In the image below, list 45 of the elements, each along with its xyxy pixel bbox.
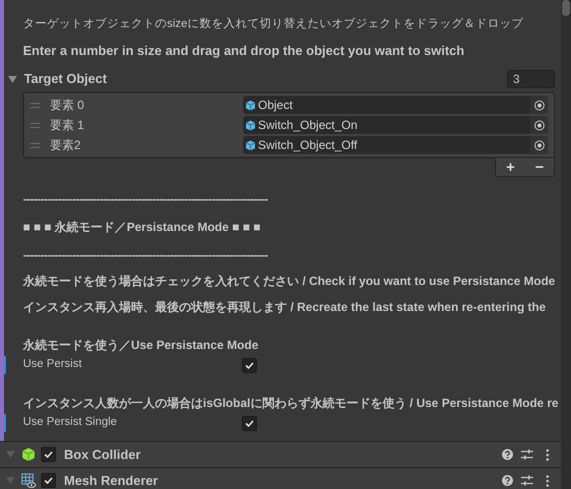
object-field[interactable]: Switch_Object_Off xyxy=(243,136,548,154)
note-text: インスタンス再入場時、最後の状態を再現します / Recreate the last state when re-entering the xyxy=(22,299,547,316)
checkmark-icon xyxy=(43,475,54,486)
checkmark-icon xyxy=(244,360,255,370)
component-name: Box Collider xyxy=(64,446,142,464)
object-name: Switch_Object_On xyxy=(258,117,358,134)
remove-button[interactable]: − xyxy=(535,160,544,174)
section-heading: 永続モードを使う／Use Persistance Mode xyxy=(22,337,260,354)
toggle-label: Use Persist xyxy=(22,357,83,372)
object-name: Object xyxy=(258,97,294,114)
toggle-label: Use Persist Single xyxy=(22,415,118,430)
cube-icon xyxy=(245,120,256,130)
object-field[interactable]: Object xyxy=(243,96,548,114)
checkbox[interactable] xyxy=(41,447,56,462)
property-label: Target Object xyxy=(23,70,108,88)
component-header[interactable]: Box Collider xyxy=(0,441,561,467)
object-name: Switch_Object_Off xyxy=(258,137,358,154)
instruction-text: ターゲットオブジェクトのsizeに数を入れて切り替えたいオブジェクトをドラッグ＆ドロップ xyxy=(22,16,524,32)
separator-text: ---------------------------------------------------------------------- xyxy=(22,191,269,208)
checkbox[interactable] xyxy=(242,358,257,372)
section-heading: ■ ■ ■ 永続モード／Persistance Mode ■ ■ ■ xyxy=(22,219,262,236)
checkmark-icon xyxy=(244,418,255,428)
element-label: 要素 1 xyxy=(50,117,86,134)
component-name: Mesh Renderer xyxy=(64,472,159,489)
array-size-field[interactable]: 3 xyxy=(507,70,555,88)
object-picker-icon[interactable] xyxy=(530,136,548,154)
checkmark-icon xyxy=(43,449,54,460)
element-label: 要素2 xyxy=(50,137,82,154)
scrollbar[interactable] xyxy=(561,0,571,489)
cube-icon xyxy=(245,140,256,150)
element-label: 要素 0 xyxy=(50,97,86,114)
instruction-text: Enter a number in size and drag and drop the object you want to switch xyxy=(22,42,466,60)
object-field[interactable]: Switch_Object_On xyxy=(243,116,548,134)
checkbox[interactable] xyxy=(41,473,56,488)
grid-eye-icon xyxy=(21,473,36,488)
cube-icon xyxy=(245,100,256,110)
object-picker-icon[interactable] xyxy=(530,96,548,114)
box-icon xyxy=(21,447,36,462)
object-picker-icon[interactable] xyxy=(530,116,548,134)
component-header[interactable]: Mesh Renderer xyxy=(0,467,561,489)
separator-text: ---------------------------------------------------------------------- xyxy=(22,247,269,264)
add-button[interactable]: + xyxy=(506,160,515,174)
note-text: 永続モードを使う場合はチェックを入れてください / Check if you want to use Persistance Mode xyxy=(22,273,556,290)
checkbox[interactable] xyxy=(242,416,257,430)
section-heading: インスタンス人数が一人の場合はisGlobalに関わらず永続モードを使う / Use Persistance Mode re xyxy=(22,395,560,412)
